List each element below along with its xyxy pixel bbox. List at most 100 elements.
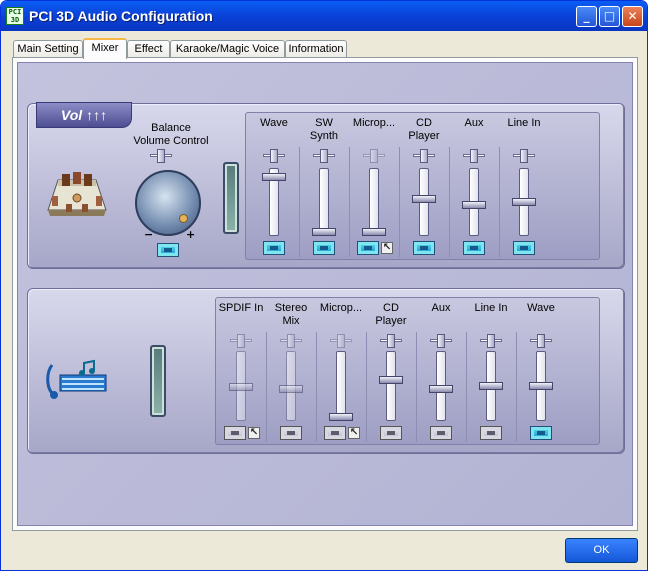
recording-channel-label: CD Player xyxy=(375,302,407,327)
balance-thumb[interactable] xyxy=(487,334,495,348)
channel-divider xyxy=(449,147,450,257)
balance-thumb[interactable] xyxy=(320,149,328,163)
balance-thumb[interactable] xyxy=(470,149,478,163)
recording-balance-slider[interactable] xyxy=(530,334,552,348)
channel-divider xyxy=(366,332,367,442)
playback-balance-slider[interactable] xyxy=(263,149,285,163)
recording-channel-label: SPDIF In xyxy=(218,302,264,314)
tab-karaoke-magic-voice[interactable]: Karaoke/Magic Voice xyxy=(170,40,285,57)
recording-volume-thumb[interactable] xyxy=(379,376,403,384)
playback-channel-label: Line In xyxy=(507,117,541,129)
recording-channel: Wave xyxy=(516,298,566,444)
recording-volume-track[interactable] xyxy=(336,351,346,421)
playback-section: Vol ↑↑↑ Balance Volume Control − + Wave … xyxy=(27,102,625,269)
playback-volume-thumb[interactable] xyxy=(362,228,386,236)
playback-channel: CD Player xyxy=(399,113,449,259)
playback-volume-thumb[interactable] xyxy=(312,228,336,236)
playback-mute-button[interactable] xyxy=(357,241,379,255)
recording-select-icon[interactable]: ↖ xyxy=(348,427,360,439)
tab-information[interactable]: Information xyxy=(285,40,347,57)
channel-divider xyxy=(266,332,267,442)
tab-effect[interactable]: Effect xyxy=(127,40,170,57)
playback-balance-slider[interactable] xyxy=(313,149,335,163)
balance-thumb[interactable] xyxy=(537,334,545,348)
channel-divider xyxy=(399,147,400,257)
music-logo-icon xyxy=(46,359,107,399)
playback-balance-slider[interactable] xyxy=(463,149,485,163)
recording-volume-track[interactable] xyxy=(386,351,396,421)
recording-mute-button[interactable] xyxy=(324,426,346,440)
recording-balance-slider[interactable] xyxy=(430,334,452,348)
channel-divider xyxy=(516,332,517,442)
recording-section: SPDIF In ↖ Stereo Mix Microp... ↖ CD Player Au… xyxy=(27,288,625,454)
balance-thumb[interactable] xyxy=(420,149,428,163)
recording-balance-slider[interactable] xyxy=(480,334,502,348)
playback-mute-button[interactable] xyxy=(313,241,335,255)
balance-thumb[interactable] xyxy=(437,334,445,348)
recording-mute-button[interactable] xyxy=(430,426,452,440)
recording-volume-thumb[interactable] xyxy=(429,385,453,393)
recording-balance-slider[interactable] xyxy=(380,334,402,348)
master-balance-slider[interactable] xyxy=(150,149,172,163)
recording-mute-button[interactable] xyxy=(280,426,302,440)
recording-volume-thumb[interactable] xyxy=(479,382,503,390)
close-button[interactable]: ✕ xyxy=(622,6,643,27)
master-volume-knob[interactable] xyxy=(135,170,201,236)
recording-channel-label: Line In xyxy=(474,302,508,314)
balance-thumb[interactable] xyxy=(520,149,528,163)
recording-select-icon[interactable]: ↖ xyxy=(248,427,260,439)
knob-indicator xyxy=(179,214,188,223)
minimize-button[interactable]: _ xyxy=(576,6,597,27)
tab-main-setting[interactable]: Main Setting xyxy=(13,40,83,57)
playback-mute-button[interactable] xyxy=(513,241,535,255)
app-icon: PCI 3D xyxy=(6,7,24,25)
recording-volume-thumb[interactable] xyxy=(529,382,553,390)
balance-thumb[interactable] xyxy=(157,149,165,163)
balance-thumb[interactable] xyxy=(270,149,278,163)
recording-mute-button[interactable] xyxy=(380,426,402,440)
playback-channel: Aux xyxy=(449,113,499,259)
balance-thumb[interactable] xyxy=(387,334,395,348)
balance-thumb[interactable] xyxy=(370,149,378,163)
playback-channel-label: Aux xyxy=(464,117,484,129)
playback-select-icon[interactable]: ↖ xyxy=(381,242,393,254)
balance-volume-label: Balance Volume Control xyxy=(133,122,209,147)
balance-thumb[interactable] xyxy=(237,334,245,348)
recording-channel: CD Player xyxy=(366,298,416,444)
playback-balance-slider[interactable] xyxy=(413,149,435,163)
playback-volume-thumb[interactable] xyxy=(262,173,286,181)
recording-mixer: SPDIF In ↖ Stereo Mix Microp... ↖ CD Player Au… xyxy=(215,297,600,445)
ok-button[interactable]: OK xyxy=(565,538,638,563)
maximize-button[interactable]: □ xyxy=(599,6,620,27)
playback-balance-slider[interactable] xyxy=(363,149,385,163)
recording-mute-button[interactable] xyxy=(480,426,502,440)
playback-volume-thumb[interactable] xyxy=(512,198,536,206)
playback-volume-track[interactable] xyxy=(369,168,379,236)
recording-channel-label: Wave xyxy=(527,302,555,314)
balance-thumb[interactable] xyxy=(337,334,345,348)
3d-room-icon xyxy=(47,172,107,216)
playback-mute-button[interactable] xyxy=(463,241,485,255)
playback-balance-slider[interactable] xyxy=(513,149,535,163)
playback-volume-track[interactable] xyxy=(319,168,329,236)
channel-divider xyxy=(466,332,467,442)
recording-mute-button[interactable] xyxy=(224,426,246,440)
playback-mute-button[interactable] xyxy=(263,241,285,255)
recording-volume-thumb[interactable] xyxy=(329,413,353,421)
balance-thumb[interactable] xyxy=(287,334,295,348)
recording-balance-slider[interactable] xyxy=(330,334,352,348)
recording-balance-slider[interactable] xyxy=(230,334,252,348)
recording-volume-thumb[interactable] xyxy=(279,385,303,393)
playback-volume-thumb[interactable] xyxy=(412,195,436,203)
tab-mixer[interactable]: Mixer xyxy=(83,38,127,59)
channel-divider xyxy=(416,332,417,442)
recording-channel-label: Aux xyxy=(431,302,451,314)
playback-volume-thumb[interactable] xyxy=(462,201,486,209)
playback-mute-button[interactable] xyxy=(413,241,435,255)
master-mute-button[interactable] xyxy=(157,243,179,257)
recording-volume-thumb[interactable] xyxy=(229,383,253,391)
playback-mixer: Wave SW Synth Microp... ↖ CD Player Aux Line I… xyxy=(245,112,600,260)
recording-balance-slider[interactable] xyxy=(280,334,302,348)
title-bar[interactable]: PCI 3D PCI 3D Audio Configuration _ □ ✕ xyxy=(1,1,647,31)
recording-mute-button[interactable] xyxy=(530,426,552,440)
